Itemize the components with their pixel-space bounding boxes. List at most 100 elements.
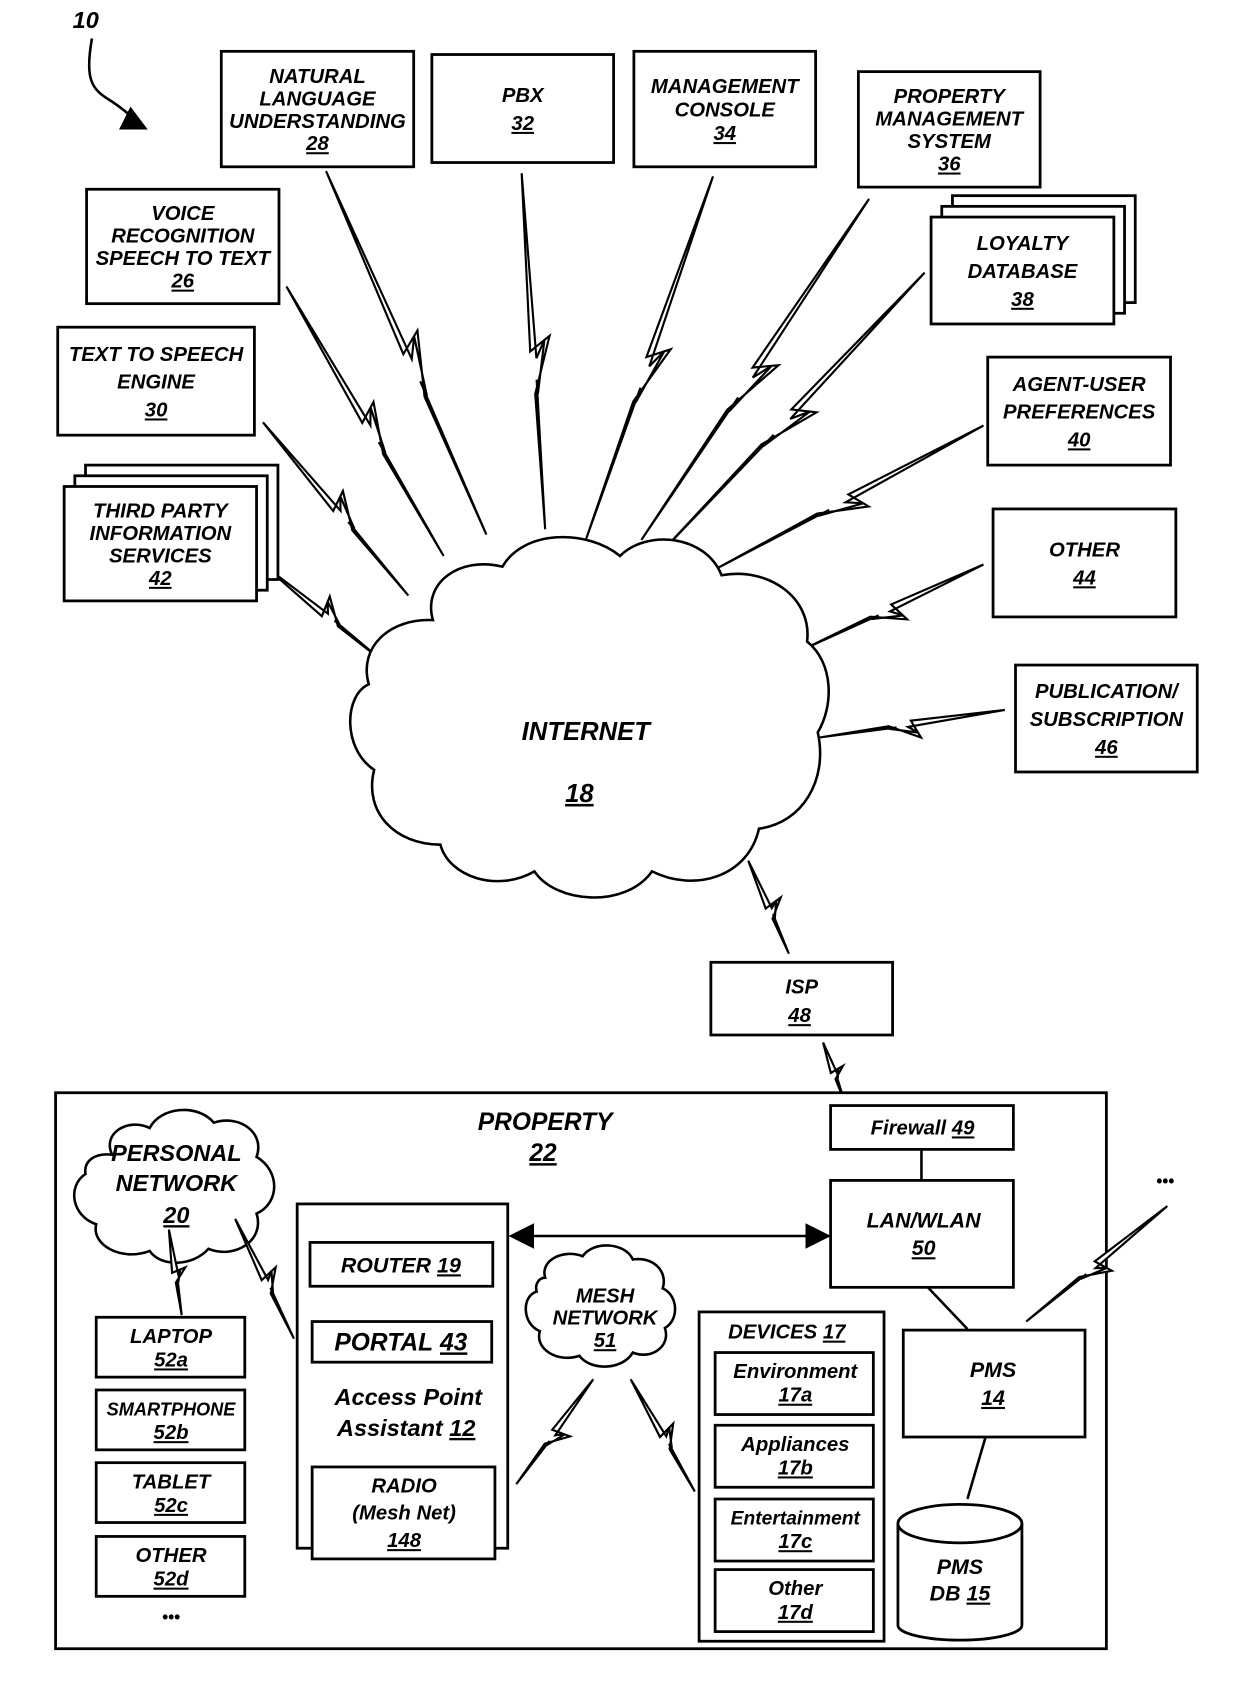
service-ref: 46: [1094, 737, 1118, 759]
lan-label: LAN/WLAN: [867, 1208, 982, 1232]
service-ref: 34: [713, 123, 736, 145]
service-ref: 30: [145, 399, 168, 421]
isp-label: ISP: [785, 976, 818, 998]
wireless-link-third: [262, 563, 386, 664]
service-ref: 32: [511, 113, 534, 135]
personal-network-line1: PERSONAL: [111, 1140, 242, 1166]
service-label-line: PREFERENCES: [1003, 402, 1156, 424]
service-ref: 28: [305, 133, 329, 155]
device-item-other: Other17d: [713, 1568, 875, 1633]
service-label-line: SPEECH TO TEXT: [96, 248, 272, 270]
service-label-line: NATURAL: [269, 66, 366, 88]
service-label-line: PROPERTY: [894, 86, 1008, 108]
pms-db-line1: PMS: [937, 1555, 984, 1579]
service-box-pbx: PBX 32: [430, 53, 615, 164]
service-label-line: MANAGEMENT: [651, 76, 800, 98]
service-box-pms-ext: PROPERTYMANAGEMENTSYSTEM36: [856, 70, 1042, 189]
user-device-label: LAPTOP: [130, 1326, 212, 1348]
service-label-line: SYSTEM: [908, 131, 993, 153]
pms-box: PMS 14: [901, 1328, 1087, 1439]
service-ref: 38: [1011, 289, 1034, 311]
wireless-link-mgmt: [584, 176, 715, 541]
access-point-title-1: Access Point: [334, 1384, 484, 1410]
device-item-label: Appliances: [740, 1434, 849, 1456]
isp-box: ISP 48: [709, 960, 894, 1037]
property-ref: 22: [528, 1140, 557, 1167]
service-label-line: LOYALTY: [977, 233, 1071, 255]
device-item-ref: 17d: [778, 1602, 814, 1624]
user-device-tablet: TABLET52c: [94, 1461, 247, 1524]
firewall-label: Firewall 49: [871, 1117, 976, 1139]
service-box-mgmt: MANAGEMENTCONSOLE34: [632, 49, 818, 169]
service-label-line: CONSOLE: [675, 100, 777, 122]
service-box-tts: TEXT TO SPEECH ENGINE 30: [56, 325, 256, 437]
device-item-label: Other: [768, 1578, 823, 1600]
service-label-line: VOICE: [151, 203, 216, 225]
lan-wlan-box: LAN/WLAN 50: [829, 1179, 1015, 1289]
portal-label: PORTAL 43: [334, 1329, 467, 1356]
service-box-loyalty: LOYALTY DATABASE 38: [929, 194, 1137, 326]
isp-ref: 48: [787, 1005, 811, 1027]
pms-db-cylinder: PMS DB 15: [896, 1502, 1024, 1642]
service-label-line: THIRD PARTY: [93, 500, 230, 522]
device-item-label: Entertainment: [731, 1509, 862, 1530]
service-box-voice: VOICERECOGNITIONSPEECH TO TEXT26: [85, 187, 281, 306]
service-label-line: DATABASE: [968, 261, 1079, 283]
user-device-laptop: LAPTOP52a: [94, 1315, 247, 1379]
service-label-line: ENGINE: [117, 372, 196, 394]
service-ref: 44: [1072, 567, 1096, 589]
user-device-other: OTHER52d: [94, 1535, 247, 1598]
user-device-ref: 52c: [154, 1495, 188, 1517]
figure-ref-arrow: [87, 38, 148, 130]
service-box-other44: OTHER 44: [991, 507, 1178, 619]
devices-group: DEVICES 17 Environment17a Appliances17b En…: [697, 1310, 886, 1643]
wireless-link-pubsub: [817, 708, 1006, 740]
device-item-entertainment: Entertainment17c: [713, 1497, 875, 1563]
figure-ref: 10: [73, 7, 99, 33]
service-label-line: UNDERSTANDING: [229, 111, 406, 133]
service-label-line: MANAGEMENT: [875, 109, 1024, 131]
user-device-label: SMARTPHONE: [107, 1400, 237, 1420]
user-device-smartphone: SMARTPHONE52b: [94, 1388, 247, 1452]
user-device-label: OTHER: [136, 1545, 207, 1567]
service-ref: 26: [171, 271, 195, 293]
wireless-link-nlu: [325, 170, 488, 536]
access-point-title-2: Assistant 12: [336, 1415, 475, 1441]
device-item-ref: 17b: [778, 1457, 813, 1479]
more-properties: •••: [1156, 1172, 1174, 1191]
service-box-third: THIRD PARTYINFORMATIONSERVICES42: [62, 463, 280, 603]
pms-ref: 14: [981, 1386, 1005, 1410]
service-ref: 36: [938, 154, 961, 176]
wireless-link-pbx: [520, 173, 552, 530]
service-label-line: PUBLICATION/: [1035, 681, 1180, 703]
personal-network-line2: NETWORK: [116, 1170, 239, 1196]
service-ref: 42: [148, 568, 172, 590]
mesh-line1: MESH: [576, 1285, 635, 1307]
user-device-label: TABLET: [132, 1471, 212, 1493]
access-point-assistant: ROUTER 19 PORTAL 43 Access Point Assista…: [295, 1202, 510, 1561]
firewall-box: Firewall 49: [829, 1104, 1015, 1151]
personal-network-ref: 20: [162, 1202, 189, 1228]
service-label-line: LANGUAGE: [259, 88, 377, 110]
lan-ref: 50: [912, 1236, 936, 1260]
pms-db-line2: DB 15: [930, 1582, 992, 1606]
internet-ref: 18: [565, 780, 594, 808]
wireless-link-other: [801, 563, 984, 652]
system-diagram: 10 INTERNET 18 NATURALLANGUAGEUNDERSTAND…: [54, 7, 1199, 1651]
user-device-ref: 52d: [154, 1569, 190, 1591]
user-device-ref: 52b: [154, 1422, 189, 1444]
service-ref: 40: [1067, 429, 1091, 451]
service-box-agent: AGENT-USER PREFERENCES 40: [986, 355, 1172, 467]
wireless-link-agent: [715, 424, 984, 570]
wireless-link-isp: [747, 860, 790, 955]
radio-line1: RADIO: [371, 1476, 437, 1498]
mesh-line2: NETWORK: [553, 1308, 659, 1330]
router-label: ROUTER 19: [341, 1253, 461, 1277]
internet-cloud: INTERNET 18: [349, 535, 830, 899]
service-label-line: SUBSCRIPTION: [1030, 709, 1184, 731]
mesh-network-cloud: MESH NETWORK 51: [524, 1244, 677, 1368]
internet-label: INTERNET: [522, 718, 653, 746]
service-label-line: INFORMATION: [90, 523, 232, 545]
service-label-line: PBX: [502, 85, 545, 107]
device-item-appliances: Appliances17b: [713, 1423, 875, 1489]
